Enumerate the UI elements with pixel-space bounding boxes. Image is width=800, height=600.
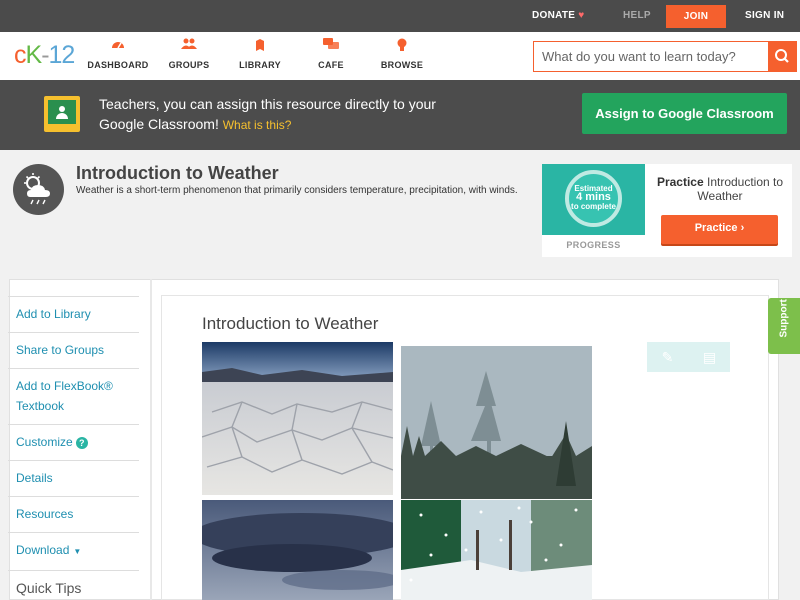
caret-down-icon: ▼: [73, 547, 82, 556]
sidebar-item-quick-tips[interactable]: Quick Tips: [8, 570, 139, 600]
sidebar-item-download[interactable]: Download ▼: [8, 532, 139, 570]
nav-library[interactable]: LIBRARY: [225, 38, 295, 70]
donate-link[interactable]: DONATE ♥: [532, 0, 585, 32]
page-title: Introduction to Weather: [76, 163, 279, 183]
chevron-right-icon: ›: [740, 222, 745, 234]
sidebar: Add to Library Share to Groups Add to Fl…: [8, 296, 139, 600]
practice-card: Estimated 4 mins to complete PROGRESS Pr…: [542, 164, 792, 257]
support-tab[interactable]: Support: [768, 298, 800, 354]
weather-icon: [13, 164, 64, 215]
nav-dashboard[interactable]: DASHBOARD: [83, 38, 153, 70]
sidebar-item-add-to-library[interactable]: Add to Library: [8, 296, 139, 332]
notes-icon[interactable]: ▤: [689, 342, 730, 372]
cafe-icon: [296, 38, 366, 54]
content-title: Introduction to Weather: [202, 314, 379, 333]
heart-icon: ♥: [578, 10, 585, 21]
google-classroom-icon: [44, 96, 80, 132]
help-link[interactable]: HELP: [623, 0, 651, 32]
practice-title: Practice Introduction to Weather: [656, 175, 784, 203]
search-input[interactable]: [534, 42, 767, 71]
dashboard-icon: [83, 38, 153, 54]
nav-groups[interactable]: GROUPS: [154, 38, 224, 70]
help-icon[interactable]: ?: [75, 436, 88, 449]
sidebar-divider: [150, 279, 152, 600]
sign-in-link[interactable]: SIGN IN: [745, 0, 784, 32]
page-description: Weather is a short-term phenomenon that …: [76, 185, 518, 196]
sidebar-item-share-to-groups[interactable]: Share to Groups: [8, 332, 139, 368]
sidebar-item-customize[interactable]: Customize?: [8, 424, 139, 460]
progress-graphic: Estimated 4 mins to complete: [542, 164, 645, 235]
sidebar-item-resources[interactable]: Resources: [8, 496, 139, 532]
search-icon: [775, 49, 789, 63]
groups-icon: [154, 38, 224, 54]
search-button[interactable]: [768, 42, 796, 71]
classroom-banner: Teachers, you can assign this resource d…: [0, 80, 800, 150]
snow-park-photo: [401, 500, 592, 600]
what-is-this-link[interactable]: What is this?: [223, 118, 292, 132]
assign-to-classroom-button[interactable]: Assign to Google Classroom: [582, 93, 787, 134]
fog-forest-photo: [401, 346, 592, 499]
top-bar: DONATE ♥ HELP JOIN SIGN IN: [0, 0, 800, 32]
pencil-icon[interactable]: ✎: [647, 342, 688, 372]
progress-label: PROGRESS: [566, 240, 621, 250]
classroom-banner-text: Teachers, you can assign this resource d…: [99, 96, 436, 132]
nav-cafe[interactable]: CAFE: [296, 38, 366, 70]
ck12-logo[interactable]: cK-12: [14, 41, 75, 70]
nav-browse[interactable]: BROWSE: [367, 38, 437, 70]
storm-cloud-photo: [202, 500, 393, 600]
sidebar-item-add-to-flexbook[interactable]: Add to FlexBook® Textbook: [8, 368, 139, 424]
header: cK-12 DASHBOARD GROUPS LIBRARY CAFE BROW…: [0, 32, 800, 80]
content-tools: ✎ ▤: [647, 342, 730, 372]
library-icon: [225, 38, 295, 54]
lightbulb-icon: [367, 38, 437, 54]
sidebar-item-details[interactable]: Details: [8, 460, 139, 496]
estimate-ring: Estimated 4 mins to complete: [565, 170, 622, 227]
donate-label[interactable]: DONATE: [532, 10, 575, 21]
join-button[interactable]: JOIN: [666, 5, 726, 28]
practice-button[interactable]: Practice ›: [661, 215, 778, 244]
search-box: [533, 41, 797, 72]
salt-flat-photo: [202, 342, 393, 495]
